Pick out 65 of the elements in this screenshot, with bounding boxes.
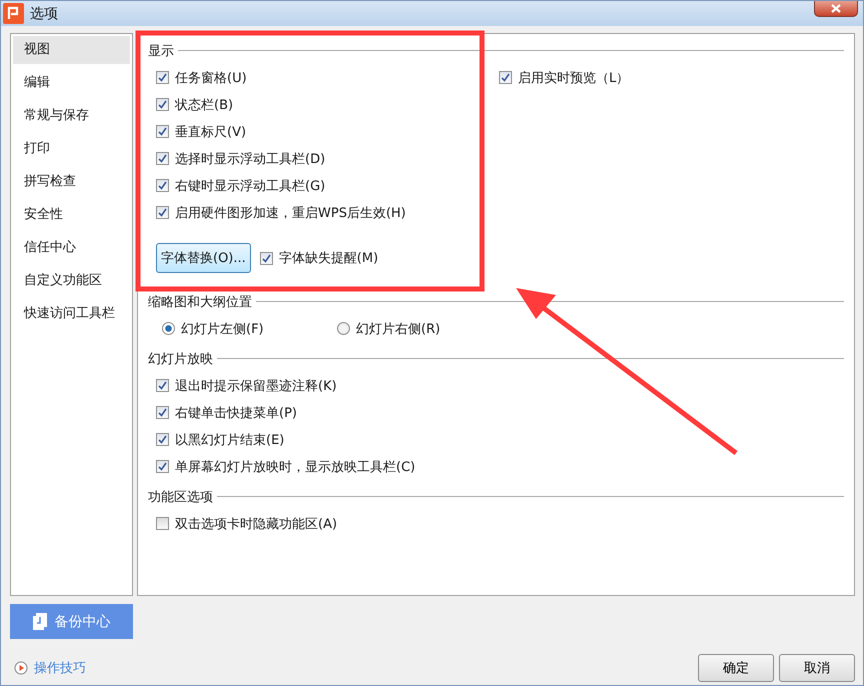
checkbox[interactable]	[156, 71, 169, 84]
check-icon	[158, 462, 167, 471]
checkbox[interactable]	[156, 406, 169, 419]
checkbox-label: 右键时显示浮动工具栏(G)	[175, 178, 326, 194]
checkbox-label: 启用硬件图形加速，重启WPS后生效(H)	[175, 204, 406, 222]
radio-label: 幻灯片左侧(F)	[181, 320, 264, 338]
sidebar-item[interactable]: 拼写检查	[13, 168, 130, 196]
check-icon	[158, 127, 167, 136]
document-icon	[32, 613, 46, 630]
check-icon	[158, 100, 167, 109]
check-icon	[158, 73, 167, 82]
checkbox-label: 字体缺失提醒(M)	[278, 250, 378, 267]
checkbox-label: 右键单击快捷菜单(P)	[175, 404, 297, 422]
sidebar-item[interactable]: 安全性	[13, 201, 130, 229]
radio-label: 幻灯片右侧(R)	[356, 320, 440, 338]
checkbox[interactable]	[499, 71, 512, 84]
sidebar-item[interactable]: 快速访问工具栏	[13, 300, 130, 328]
checkbox[interactable]	[156, 379, 169, 392]
section-title: 显示	[148, 42, 174, 60]
tips-link[interactable]: 操作技巧	[10, 659, 86, 677]
window-title: 选项	[30, 4, 58, 22]
cancel-button[interactable]: 取消	[779, 654, 855, 682]
checkbox[interactable]	[156, 152, 169, 165]
checkbox-label: 状态栏(B)	[175, 96, 234, 114]
check-icon	[262, 254, 271, 262]
radio-button[interactable]	[162, 322, 175, 335]
checkbox-label: 退出时提示保留墨迹注释(K)	[175, 378, 337, 394]
font-replace-button[interactable]: 字体替换(O)...	[156, 243, 251, 273]
sidebar-item[interactable]: 编辑	[13, 69, 130, 97]
sidebar-item[interactable]: 常规与保存	[13, 102, 130, 130]
checkbox-label: 以黑幻灯片结束(E)	[175, 432, 284, 448]
check-icon	[501, 73, 510, 82]
section-title: 功能区选项	[148, 488, 213, 506]
check-icon	[158, 208, 167, 217]
checkbox[interactable]	[156, 179, 169, 192]
checkbox-label: 单屏幕幻灯片放映时，显示放映工具栏(C)	[175, 458, 416, 476]
checkbox[interactable]	[156, 98, 169, 111]
sidebar-item[interactable]: 自定义功能区	[13, 267, 130, 295]
check-icon	[158, 381, 167, 390]
check-icon	[158, 154, 167, 163]
sidebar-item[interactable]: 信任中心	[13, 234, 130, 262]
checkbox-label: 垂直标尺(V)	[175, 124, 246, 140]
check-icon	[158, 408, 167, 417]
sidebar-item[interactable]: 打印	[13, 135, 130, 163]
checkbox[interactable]	[156, 206, 169, 219]
section-title: 缩略图和大纲位置	[148, 294, 252, 310]
checkbox-label: 双击选项卡时隐藏功能区(A)	[175, 516, 338, 532]
radio-button[interactable]	[337, 322, 350, 335]
checkbox[interactable]	[260, 252, 273, 264]
close-icon	[831, 4, 841, 13]
checkbox-label: 选择时显示浮动工具栏(D)	[175, 150, 326, 168]
checkbox[interactable]	[156, 125, 169, 138]
app-logo-icon	[3, 3, 24, 24]
play-icon	[14, 661, 28, 675]
sidebar-item[interactable]: 视图	[13, 36, 130, 64]
close-button[interactable]	[814, 1, 858, 17]
checkbox[interactable]	[156, 433, 169, 446]
check-icon	[158, 435, 167, 444]
checkbox[interactable]	[156, 517, 169, 530]
check-icon	[158, 181, 167, 190]
ok-button[interactable]: 确定	[698, 654, 774, 682]
section-title: 幻灯片放映	[148, 350, 213, 368]
checkbox-label: 任务窗格(U)	[175, 70, 247, 86]
checkbox-label: 启用实时预览（L）	[518, 70, 630, 86]
checkbox[interactable]	[156, 460, 169, 473]
